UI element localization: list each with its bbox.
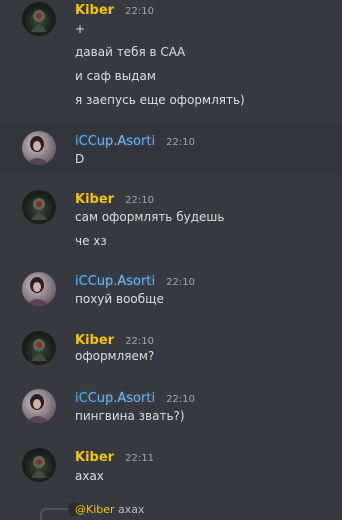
- message-text: +: [75, 22, 86, 36]
- username[interactable]: Kiber: [75, 3, 114, 18]
- message-text: сам оформлять будешь: [75, 210, 225, 224]
- username[interactable]: iCCup.Asorti: [75, 274, 155, 289]
- message-group: Kiber 22:10 + давай тебя в САА и саф выд…: [0, 0, 342, 120]
- avatar[interactable]: [22, 331, 56, 365]
- message-group: Kiber 22:10 оформляем?: [0, 329, 342, 369]
- username[interactable]: iCCup.Asorti: [75, 391, 155, 406]
- reply-spine: [40, 508, 68, 520]
- message-text: я заепусь еще оформлять): [75, 93, 245, 107]
- reply-text: ахах: [118, 503, 145, 516]
- reply-preview[interactable]: @Kiber ахах: [75, 503, 145, 516]
- avatar[interactable]: [22, 389, 56, 423]
- username[interactable]: Kiber: [75, 333, 114, 348]
- avatar[interactable]: [22, 272, 56, 306]
- timestamp: 22:10: [125, 6, 154, 17]
- reply-mention[interactable]: @Kiber: [75, 503, 115, 516]
- message-group: iCCup.Asorti 22:10 D: [0, 124, 342, 174]
- message-group: Kiber 22:10 сам оформлять будешь че хз: [0, 188, 342, 250]
- message-text: давай тебя в САА: [75, 45, 186, 59]
- username[interactable]: iCCup.Asorti: [75, 134, 155, 149]
- timestamp: 22:11: [125, 453, 154, 464]
- avatar[interactable]: [22, 448, 56, 482]
- username[interactable]: Kiber: [75, 450, 114, 465]
- message-group: Kiber 22:11 ахах: [0, 446, 342, 490]
- chat-message-list: Kiber 22:10 + давай тебя в САА и саф выд…: [0, 0, 342, 520]
- timestamp: 22:10: [166, 137, 195, 148]
- timestamp: 22:10: [166, 394, 195, 405]
- message-text: ахах: [75, 469, 104, 483]
- message-text: че хз: [75, 234, 107, 248]
- avatar[interactable]: [22, 2, 56, 36]
- message-text: оформляем?: [75, 349, 155, 363]
- timestamp: 22:10: [125, 336, 154, 347]
- message-group: iCCup.Asorti 22:10 пингвина звать?): [0, 387, 342, 427]
- avatar[interactable]: [22, 190, 56, 224]
- message-group: iCCup.Asorti 22:10 похуй вообще: [0, 270, 342, 310]
- message-text: D: [75, 152, 85, 166]
- timestamp: 22:10: [125, 195, 154, 206]
- timestamp: 22:10: [166, 277, 195, 288]
- username[interactable]: Kiber: [75, 192, 114, 207]
- message-text: похуй вообще: [75, 292, 164, 306]
- message-text: и саф выдам: [75, 69, 156, 83]
- avatar[interactable]: [22, 131, 56, 165]
- message-text: пингвина звать?): [75, 409, 185, 423]
